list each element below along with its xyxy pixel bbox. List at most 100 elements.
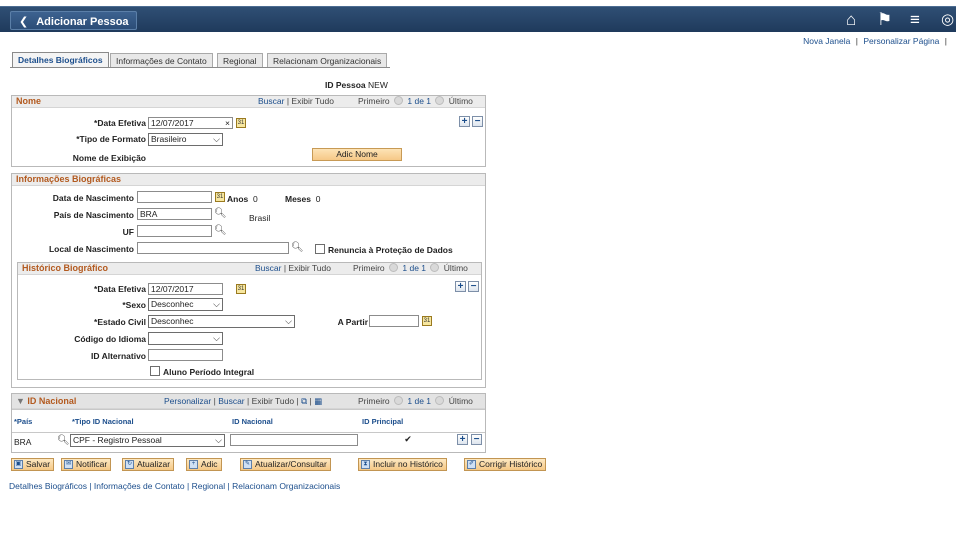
age-years: Anos 0	[227, 194, 258, 204]
personalize-page-link[interactable]: Personalizar Página	[863, 36, 939, 46]
chevron-down-icon: ⌵	[213, 333, 220, 343]
prev-icon[interactable]	[389, 263, 399, 272]
person-id-value: NEW	[368, 80, 388, 90]
tab-regional[interactable]: Regional	[217, 53, 263, 68]
footer-links: Detalhes Biográficos | Informações de Co…	[9, 481, 341, 491]
new-window-link[interactable]: Nova Janela	[803, 36, 850, 46]
footer-link-org[interactable]: Relacionam Organizacionais	[232, 481, 340, 491]
marital-status-select[interactable]: Desconhec ⌵	[148, 315, 295, 328]
birth-date-input[interactable]	[137, 191, 212, 203]
waive-data-protection-label: Renuncia à Proteção de Dados	[328, 245, 453, 255]
search-icon[interactable]: 🔍︎	[214, 209, 227, 219]
search-icon[interactable]: 🔍︎	[214, 226, 227, 236]
months-value: 0	[315, 194, 321, 204]
sex-select[interactable]: Desconhec ⌵	[148, 298, 223, 311]
prev-icon[interactable]	[394, 396, 404, 405]
calendar-icon[interactable]: 31	[422, 316, 432, 326]
update-display-button[interactable]: ✎ Atualizar/Consultar	[240, 458, 331, 471]
fulltime-student-label: Aluno Período Integral	[163, 367, 255, 377]
notify-label: Notificar	[76, 459, 108, 469]
last-label: Último	[448, 396, 473, 406]
calendar-icon[interactable]: 31	[215, 192, 225, 202]
add-name-button[interactable]: Adic Nome	[312, 148, 402, 161]
tab-org-relationships[interactable]: Relacionam Organizacionais	[267, 53, 388, 68]
search-icon[interactable]: 🔍︎	[291, 243, 304, 253]
collapse-icon[interactable]: ▼	[16, 396, 27, 406]
view-all-link[interactable]: Exibir Tudo	[252, 396, 295, 406]
search-icon[interactable]: 🔍︎	[57, 436, 70, 446]
home-icon[interactable]: ⌂	[846, 10, 856, 30]
chevron-down-icon: ⌵	[285, 316, 292, 326]
find-link[interactable]: Buscar	[255, 263, 281, 273]
birth-place-input[interactable]	[137, 242, 289, 254]
save-button[interactable]: ▣ Salvar	[11, 458, 55, 471]
add-row-icon[interactable]: +	[457, 434, 468, 445]
view-all-link[interactable]: Exibir Tudo	[291, 96, 334, 106]
notify-button[interactable]: ✉ Notificar	[61, 458, 112, 471]
next-icon[interactable]	[435, 396, 445, 405]
clear-icon[interactable]: ×	[225, 118, 230, 128]
name-nav: Buscar | Exibir Tudo	[258, 96, 334, 106]
add-button[interactable]: + Adic	[186, 458, 222, 471]
add-row-icon[interactable]: +	[455, 281, 466, 292]
menu-icon[interactable]: ≡	[910, 10, 920, 30]
birth-place-label: Local de Nascimento	[48, 244, 134, 254]
delete-row-icon[interactable]: −	[472, 116, 483, 127]
find-link[interactable]: Buscar	[218, 396, 244, 406]
refresh-icon: ↻	[125, 460, 134, 469]
tab-biographical-details[interactable]: Detalhes Biográficos	[12, 52, 109, 68]
waive-data-protection-checkbox[interactable]	[315, 244, 325, 254]
fulltime-student-checkbox[interactable]	[150, 366, 160, 376]
back-button[interactable]: ❮ Adicionar Pessoa	[10, 11, 137, 30]
bio-history-header: Histórico Biográfico Buscar | Exibir Tud…	[18, 263, 481, 275]
tab-contact-info[interactable]: Informações de Contato	[110, 53, 213, 68]
next-icon[interactable]	[435, 96, 445, 105]
history-eff-date-input[interactable]: 12/07/2017	[148, 283, 223, 295]
refresh-button[interactable]: ↻ Atualizar	[122, 458, 175, 471]
add-row-icon[interactable]: +	[459, 116, 470, 127]
add-icon: +	[189, 460, 198, 469]
col-header-national-id: ID Nacional	[232, 417, 273, 426]
calendar-icon[interactable]: 31	[236, 118, 246, 128]
find-link[interactable]: Buscar	[258, 96, 284, 106]
prev-icon[interactable]	[394, 96, 404, 105]
national-id-type-select[interactable]: CPF - Registro Pessoal ⌵	[70, 434, 225, 447]
national-id-row-country[interactable]: BRA	[14, 437, 31, 447]
national-id-input[interactable]	[230, 434, 358, 446]
delete-row-icon[interactable]: −	[471, 434, 482, 445]
footer-link-regional[interactable]: Regional	[192, 481, 226, 491]
view-all-link[interactable]: Exibir Tudo	[288, 263, 331, 273]
navbar-icon[interactable]: ◎	[941, 10, 954, 30]
eff-date-value: 12/07/2017	[151, 118, 194, 128]
personalize-link[interactable]: Personalizar	[164, 396, 211, 406]
col-header-primary-id: ID Principal	[362, 417, 404, 426]
bio-section-title: Informações Biográficas	[16, 174, 122, 184]
sex-label: *Sexo	[122, 300, 146, 310]
format-select[interactable]: Brasileiro ⌵	[148, 133, 223, 146]
delete-row-icon[interactable]: −	[468, 281, 479, 292]
next-icon[interactable]	[430, 263, 440, 272]
birth-country-input[interactable]: BRA	[137, 208, 212, 220]
eff-date-input[interactable]: 12/07/2017 ×	[148, 117, 233, 129]
page-indicator: 1 de 1	[407, 96, 432, 106]
last-label: Último	[443, 263, 468, 273]
bio-section-header: Informações Biográficas	[12, 174, 485, 186]
update-icon: ✎	[243, 460, 252, 469]
zoom-icon[interactable]: ⧉	[301, 396, 307, 406]
footer-link-biographical[interactable]: Detalhes Biográficos	[9, 481, 87, 491]
download-icon[interactable]: ▦	[314, 396, 322, 406]
footer-link-contact[interactable]: Informações de Contato	[94, 481, 185, 491]
include-history-button[interactable]: ⧗ Incluir no Histórico	[358, 458, 447, 471]
history-icon: ⧗	[361, 460, 370, 469]
correct-history-button[interactable]: ✐ Corrigir Histórico	[464, 458, 547, 471]
marital-status-label: *Estado Civil	[94, 317, 146, 327]
primary-id-checkbox[interactable]: ✔	[403, 435, 413, 445]
state-input[interactable]	[137, 225, 212, 237]
birth-date-label: Data de Nascimento	[52, 193, 134, 203]
as-of-input[interactable]	[369, 315, 419, 327]
language-code-select[interactable]: ⌵	[148, 332, 223, 345]
flag-icon[interactable]: ⚑	[877, 10, 892, 30]
calendar-icon[interactable]: 31	[236, 284, 246, 294]
alt-id-input[interactable]	[148, 349, 223, 361]
name-section-header: Nome Buscar | Exibir Tudo Primeiro 1 de …	[12, 96, 485, 108]
